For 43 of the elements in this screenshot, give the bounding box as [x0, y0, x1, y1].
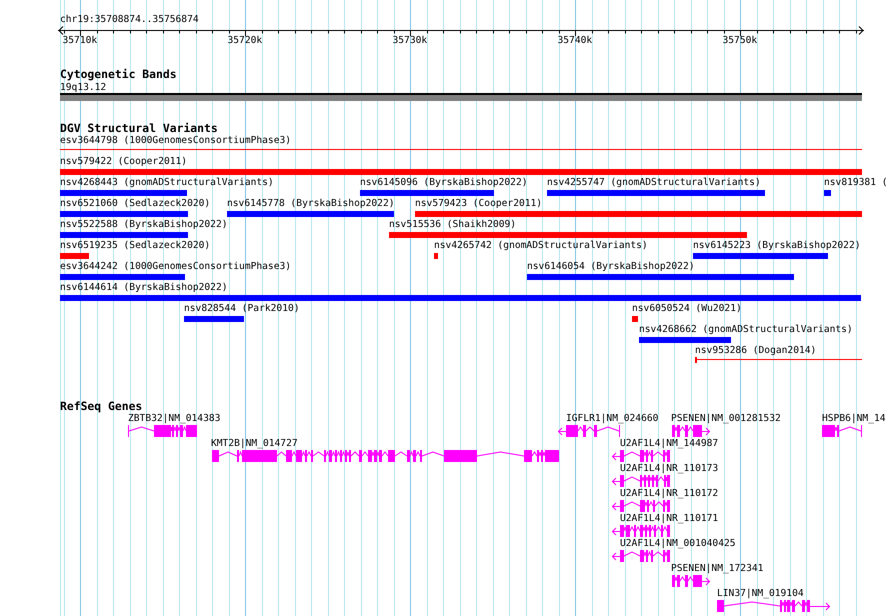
- variant-label: nsv579422 (Cooper2011): [60, 156, 188, 167]
- track-title: DGV Structural Variants: [60, 123, 218, 134]
- variant-label: nsv6519235 (Sedlazeck2020): [60, 240, 210, 251]
- variant-label: nsv5522588 (ByrskaBishop2022): [60, 219, 228, 230]
- tick-label: 35730k: [392, 35, 428, 46]
- gene-label: U2AF1L4|NR_110173: [620, 463, 718, 474]
- variant-label: nsv4255747 (gnomADStructuralVariants): [547, 177, 761, 188]
- gene-label: U2AF1L4|NM_001040425: [620, 538, 736, 549]
- gene-label: U2AF1L4|NR_110171: [620, 513, 718, 524]
- variant-label: nsv6144614 (ByrskaBishop2022): [60, 282, 228, 293]
- gene-label: LIN37|NM_019104: [717, 588, 804, 599]
- variant-label: esv3644798 (1000GenomesConsortiumPhase3): [60, 135, 292, 146]
- track-title: RefSeq Genes: [60, 401, 142, 412]
- variant-label: nsv6050524 (Wu2021): [632, 303, 742, 314]
- variant-label: esv3644242 (1000GenomesConsortiumPhase3): [60, 261, 292, 272]
- gene-label: ZBTB32|NM_014383: [128, 413, 220, 424]
- variant-label: nsv6145096 (ByrskaBishop2022): [360, 177, 528, 188]
- variant-label: nsv6146054 (ByrskaBishop2022): [527, 261, 695, 272]
- variant-label: nsv6145223 (ByrskaBishop2022): [693, 240, 861, 251]
- variant-label: nsv828544 (Park2010): [184, 303, 300, 314]
- variant-label: nsv6521060 (Sedlazeck2020): [60, 198, 210, 209]
- tick-label: 35750k: [722, 35, 758, 46]
- track-title: Cytogenetic Bands: [60, 69, 177, 80]
- variant-label: nsv953286 (Dogan2014): [695, 345, 816, 356]
- gene-label: HSPB6|NM_14: [822, 413, 886, 424]
- gene-label: U2AF1L4|NM_144987: [620, 438, 718, 449]
- variant-label: nsv4268662 (gnomADStructuralVariants): [639, 324, 853, 335]
- tick-label: 35720k: [228, 35, 262, 46]
- gene-label: IGFLR1|NM_024660: [566, 413, 658, 424]
- variant-label: nsv579423 (Cooper2011): [415, 198, 542, 209]
- variant-label: nsv4268443 (gnomADStructuralVariants): [60, 177, 274, 188]
- location-label: chr19:35708874..35756874: [60, 14, 199, 25]
- variant-label: nsv6145778 (ByrskaBishop2022): [227, 198, 395, 209]
- gene-label: PSENEN|NM_001281532: [671, 413, 781, 424]
- variant-label: nsv4265742 (gnomADStructuralVariants): [434, 240, 648, 251]
- tick-label: 35710k: [62, 35, 98, 46]
- gene-label: U2AF1L4|NR_110172: [620, 488, 718, 499]
- gene-label: PSENEN|NM_172341: [671, 563, 764, 574]
- variant-label: nsv515536 (Shaikh2009): [389, 219, 516, 230]
- gene-label: KMT2B|NM_014727: [211, 438, 298, 449]
- band-label: 19q13.12: [60, 82, 106, 93]
- variant-label: nsv819381 (: [824, 177, 888, 188]
- tick-label: 35740k: [558, 35, 592, 46]
